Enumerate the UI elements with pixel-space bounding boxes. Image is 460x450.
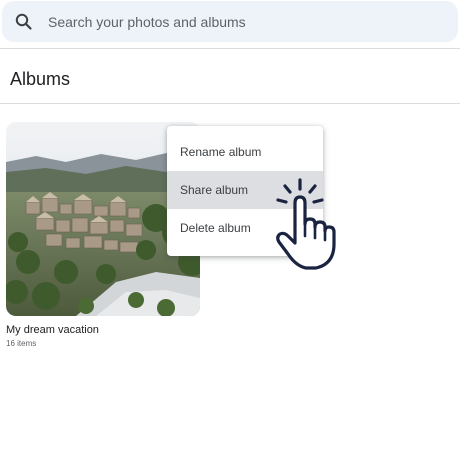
search-input[interactable] <box>48 13 428 30</box>
rename-album-menu-item[interactable]: Rename album <box>167 133 323 171</box>
album-title[interactable]: My dream vacation <box>6 324 201 336</box>
pointing-hand-cursor-icon <box>276 178 336 270</box>
search-bar[interactable] <box>2 1 458 42</box>
page-title: Albums <box>10 69 71 89</box>
album-item-count: 16 items <box>6 339 37 348</box>
search-icon[interactable] <box>14 12 34 32</box>
title-divider <box>0 103 460 104</box>
header-divider <box>0 48 460 49</box>
albums-page: Albums <box>0 0 460 450</box>
